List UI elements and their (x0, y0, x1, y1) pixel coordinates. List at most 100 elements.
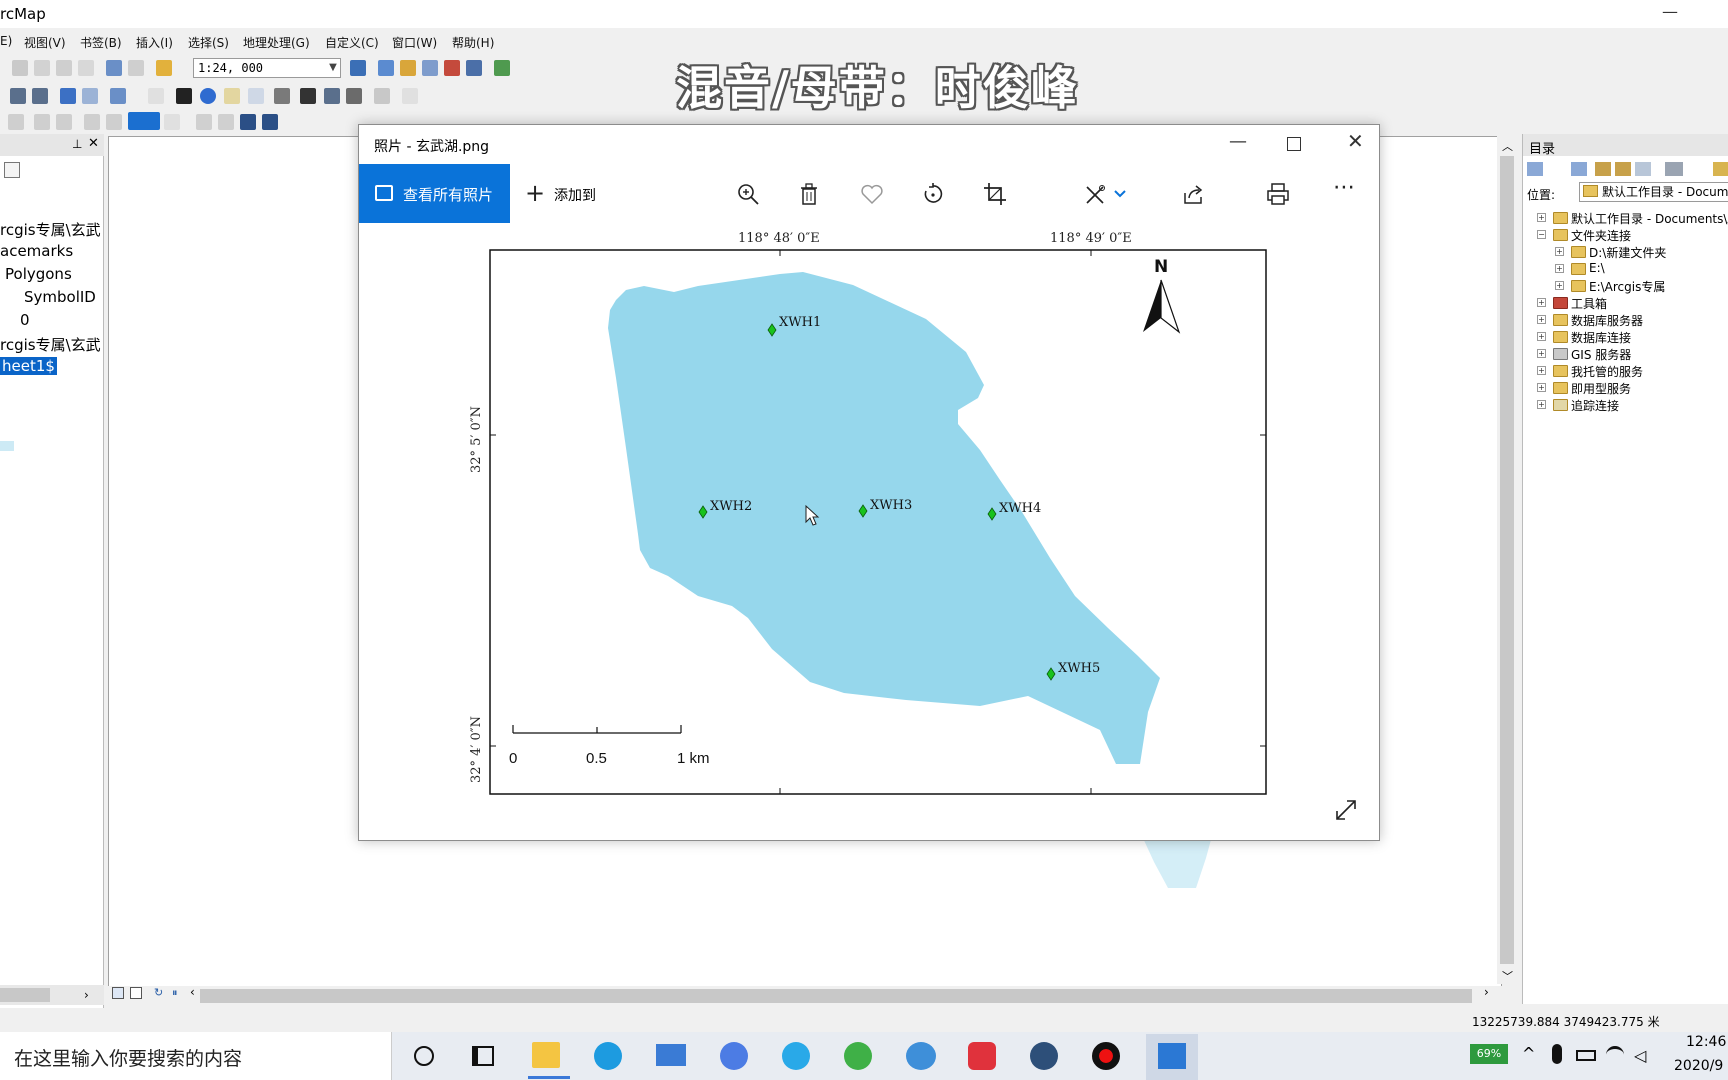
menu-view[interactable]: 视图(V) (24, 34, 66, 51)
menu-edit[interactable]: E) (0, 34, 12, 48)
html-popup-icon[interactable] (248, 88, 264, 104)
volume-icon[interactable]: ◁ (1634, 1046, 1646, 1065)
table-icon[interactable] (378, 60, 394, 76)
toc-layer-placemarks[interactable]: acemarks (0, 242, 73, 260)
photos-minimize-button[interactable]: — (1229, 131, 1247, 152)
go-to-xy-icon[interactable] (346, 88, 362, 104)
list-by-drawing-order-icon[interactable] (4, 162, 20, 178)
photos-taskbar-button[interactable] (1146, 1034, 1198, 1080)
share-icon[interactable] (1181, 181, 1207, 207)
netease-music-icon[interactable] (968, 1042, 996, 1070)
measure-icon[interactable] (274, 88, 290, 104)
print-icon[interactable] (1265, 181, 1291, 207)
menu-help[interactable]: 帮助(H) (452, 34, 494, 51)
pin-icon[interactable]: ⊥ (72, 137, 82, 151)
fullscreen-icon[interactable] (1333, 797, 1359, 823)
paste-icon[interactable] (56, 60, 72, 76)
expand-icon[interactable]: + (1555, 264, 1564, 273)
expand-icon[interactable]: + (1537, 213, 1546, 222)
menu-windows[interactable]: 窗口(W) (392, 34, 437, 51)
record-icon[interactable] (1092, 1042, 1120, 1070)
favorite-heart-icon[interactable] (859, 181, 885, 207)
clear-selection-icon[interactable] (148, 88, 164, 104)
layout-forward-icon[interactable] (106, 114, 122, 130)
layout-pan-icon[interactable] (56, 114, 72, 130)
expand-icon[interactable]: + (1537, 298, 1546, 307)
task-view-icon[interactable] (472, 1046, 494, 1066)
model-builder-icon[interactable] (494, 60, 510, 76)
catalog-icon[interactable] (400, 60, 416, 76)
cut-icon[interactable] (12, 60, 28, 76)
expand-icon[interactable]: + (1537, 332, 1546, 341)
folder-icon[interactable] (1713, 162, 1728, 176)
menu-insert[interactable]: 插入(I) (136, 34, 173, 51)
expand-icon[interactable]: + (1555, 247, 1564, 256)
toc-layer-path[interactable]: rcgis专属\玄武 (0, 219, 101, 240)
data-view-icon[interactable] (112, 987, 124, 999)
report-icon[interactable] (218, 114, 234, 130)
expand-icon[interactable]: + (1537, 366, 1546, 375)
chevron-left-icon[interactable]: ‹ (190, 985, 195, 999)
select-features-icon[interactable] (110, 88, 126, 104)
map-scale-input[interactable]: 1:24, 000 (193, 58, 341, 78)
toc-layer-path-2[interactable]: rcgis专属\玄武 (0, 334, 101, 355)
viewer-icon[interactable] (402, 88, 418, 104)
map-horizontal-thumb[interactable] (200, 989, 1472, 1003)
taskbar-search-box[interactable]: 在这里输入你要搜索的内容 (0, 1032, 392, 1080)
chevron-down-icon[interactable] (164, 114, 180, 130)
redo-icon[interactable] (128, 60, 144, 76)
back-icon[interactable] (1527, 162, 1543, 176)
more-options-icon[interactable]: ⋯ (1333, 175, 1355, 200)
home-icon[interactable] (1615, 162, 1631, 176)
cortana-icon[interactable] (414, 1046, 434, 1066)
copy-icon[interactable] (34, 60, 50, 76)
color-picker-icon[interactable] (128, 112, 160, 130)
plus-icon[interactable]: + (525, 181, 545, 205)
fixed-zoom-out-icon[interactable] (32, 88, 48, 104)
page-layout-icon[interactable] (196, 114, 212, 130)
chevron-right-icon[interactable]: › (84, 988, 89, 1002)
menu-customize[interactable]: 自定义(C) (325, 34, 379, 51)
forward-icon[interactable] (82, 88, 98, 104)
menu-bookmarks[interactable]: 书签(B) (80, 34, 122, 51)
layout-back-icon[interactable] (84, 114, 100, 130)
clock-time[interactable]: 12:46 (1686, 1034, 1726, 1050)
rotate-icon[interactable] (920, 181, 946, 207)
editor-icon[interactable] (350, 60, 366, 76)
toc-layer-polygons[interactable]: Polygons (5, 265, 72, 283)
python-icon[interactable] (466, 60, 482, 76)
mail-icon[interactable] (656, 1044, 686, 1066)
layout-zoom-icon[interactable] (34, 114, 50, 130)
zoom-in-icon[interactable] (735, 181, 761, 207)
view-all-photos-button[interactable]: 查看所有照片 (359, 164, 510, 223)
menu-geoprocessing[interactable]: 地理处理(G) (243, 34, 310, 51)
chevron-down-icon[interactable] (1113, 181, 1127, 207)
find-icon[interactable] (300, 88, 316, 104)
arctoolbox-icon[interactable] (444, 60, 460, 76)
microphone-icon[interactable] (1552, 1044, 1562, 1064)
select-elements-icon[interactable] (176, 88, 192, 104)
pause-icon[interactable]: ⏸ (172, 986, 178, 1000)
view-options-icon[interactable] (1665, 162, 1683, 176)
expand-icon[interactable]: + (1555, 281, 1564, 290)
time-slider-icon[interactable] (374, 88, 390, 104)
add-data-icon[interactable] (156, 60, 172, 76)
search-app-icon[interactable] (1030, 1042, 1058, 1070)
collapse-icon[interactable]: − (1537, 230, 1546, 239)
toc-scroll-thumb[interactable] (0, 988, 50, 1002)
wifi-icon[interactable] (1606, 1046, 1624, 1064)
back-icon[interactable] (60, 88, 76, 104)
location-input[interactable]: 默认工作目录 - Documen (1579, 182, 1728, 202)
hyperlink-icon[interactable] (224, 88, 240, 104)
clock-date[interactable]: 2020/9 (1674, 1058, 1723, 1074)
refresh-icon[interactable]: ↻ (154, 986, 163, 999)
chevron-up-icon[interactable]: ︿ (1502, 138, 1513, 154)
crop-icon[interactable] (982, 181, 1008, 207)
app-blue-icon[interactable] (782, 1042, 810, 1070)
edit-create-icon[interactable] (1083, 181, 1109, 207)
layout-tool-icon[interactable] (8, 114, 24, 130)
delete-icon[interactable] (78, 60, 94, 76)
search-window-icon[interactable] (422, 60, 438, 76)
layout-view-icon[interactable] (130, 987, 142, 999)
find-route-icon[interactable] (324, 88, 340, 104)
